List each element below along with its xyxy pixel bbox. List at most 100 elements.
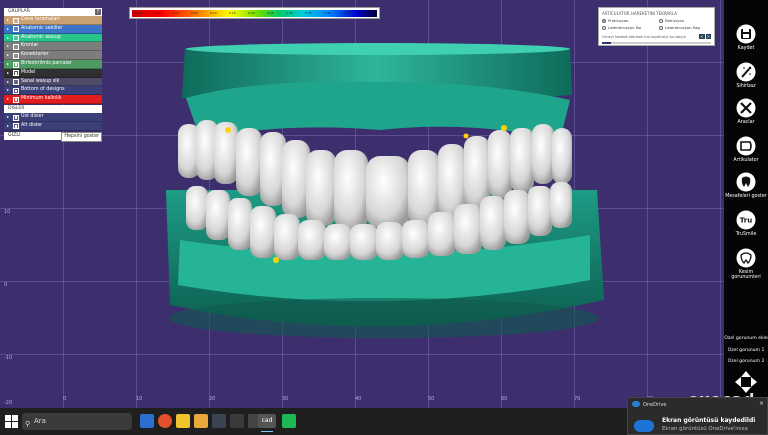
taskbar-search-input[interactable]: ⚲ Ara — [22, 413, 132, 430]
y-tick: 0 — [4, 282, 8, 288]
visibility-checkbox[interactable] — [13, 123, 19, 130]
group-label: Minimum kalinlik — [21, 96, 62, 102]
visibility-checkbox[interactable] — [13, 70, 19, 77]
scale-label: 0.00 — [172, 11, 179, 15]
visibility-checkbox[interactable] — [13, 35, 19, 42]
group-row[interactable]: ▸ Konektorler — [4, 51, 102, 60]
tooth-distance-icon — [736, 172, 756, 192]
group-row[interactable]: ▸ Cene taramalari — [4, 16, 102, 25]
mail-icon[interactable] — [176, 414, 190, 428]
notification-body: Ekran görüntüsü OneDrive'ınıza — [662, 426, 748, 432]
expand-arrow-icon[interactable]: ▸ — [7, 122, 9, 130]
scale-label: 0.35 — [305, 11, 312, 15]
store-icon[interactable] — [212, 414, 226, 428]
step-buttons: < > — [699, 34, 711, 39]
custom-view-2[interactable]: Ozel gorunum 2 — [724, 359, 768, 364]
expand-arrow-icon[interactable]: ▸ — [7, 42, 9, 50]
search-icon: ⚲ — [25, 420, 31, 428]
group-label: Model — [21, 69, 36, 75]
visibility-checkbox[interactable] — [13, 114, 19, 121]
expand-arrow-icon[interactable]: ▸ — [7, 60, 9, 68]
articulator-hint: Ceneyi hareket ettirmek icin kaydiriciyi… — [602, 35, 686, 39]
group-row[interactable]: ▸ Bottom of designs — [4, 86, 102, 96]
spotify-icon[interactable] — [282, 414, 296, 428]
expand-arrow-icon[interactable]: ▸ — [7, 34, 9, 42]
teeth-row[interactable]: ▸ Alt disler — [4, 121, 102, 131]
expand-arrow-icon[interactable]: ▸ — [7, 69, 9, 77]
radio-lateral-left[interactable]: Laterotruzyon Sol — [602, 25, 642, 30]
radio-label: Laterotruzyon Sol — [608, 25, 642, 30]
visibility-checkbox[interactable] — [13, 17, 19, 24]
visibility-checkbox[interactable] — [13, 52, 19, 59]
distances-tool[interactable]: Mesafeleri goster — [724, 172, 768, 199]
teeth-header[interactable]: DISLER — [4, 104, 102, 113]
x-tick: 10 — [136, 396, 143, 402]
visibility-checkbox[interactable] — [13, 61, 19, 68]
visibility-checkbox[interactable] — [13, 43, 19, 50]
wizard-tool[interactable]: Sihirbaz — [724, 62, 768, 89]
save-tool[interactable]: Kaydet — [724, 24, 768, 51]
windows-start-icon[interactable] — [4, 414, 19, 429]
group-row[interactable]: ▸ Model — [4, 68, 102, 78]
articulator-tool[interactable]: Artikulator — [724, 136, 768, 163]
groups-header[interactable]: GRUPLAR ? — [4, 8, 102, 16]
expand-arrow-icon[interactable]: ▸ — [7, 78, 9, 86]
expand-arrow-icon[interactable]: ▸ — [7, 95, 9, 103]
folder-icon[interactable] — [194, 414, 208, 428]
scale-label: 0.30 — [286, 11, 293, 15]
x-tick: 30 — [282, 396, 289, 402]
expand-arrow-icon[interactable]: ▸ — [7, 51, 9, 59]
file-explorer-icon[interactable] — [140, 414, 154, 428]
group-row[interactable]: ▸ Minimum kalinlik — [4, 95, 102, 104]
step-back-button[interactable]: < — [699, 34, 705, 39]
add-custom-view[interactable]: Ozel gorunum ekle — [724, 336, 768, 341]
visibility-checkbox[interactable] — [13, 96, 19, 103]
group-row[interactable]: ▸ Birlestirilmis parcalar — [4, 59, 102, 69]
radio-label: Protruzyon — [608, 18, 629, 23]
help-button[interactable]: ? — [95, 9, 101, 15]
y-tick: -10 — [4, 355, 13, 361]
group-row[interactable]: ▸ Anatomic wasup — [4, 33, 102, 43]
groups-panel: GRUPLAR ? ▸ Cene taramalari ▸ Anatomic seki… — [4, 8, 102, 142]
close-icon[interactable]: × — [759, 400, 764, 407]
trusmile-icon: Tru — [736, 210, 756, 230]
movement-slider[interactable] — [602, 42, 711, 44]
wrench-hammer-icon — [736, 98, 756, 118]
teeth-row[interactable]: ▸ Ust disler — [4, 112, 102, 122]
group-row[interactable]: ▸ Kronlar — [4, 42, 102, 52]
visibility-checkbox[interactable] — [13, 87, 19, 94]
group-row[interactable]: ▸ Sanal wasup slk — [4, 77, 102, 87]
group-row[interactable]: ▸ Anatomic sekiller — [4, 24, 102, 34]
visibility-checkbox[interactable] — [13, 79, 19, 86]
expand-arrow-icon[interactable]: ▸ — [7, 113, 9, 121]
group-label: Anatomic sekiller — [21, 25, 63, 31]
tools-tool[interactable]: Araclar — [724, 98, 768, 125]
y-tick: 10 — [4, 209, 11, 215]
radio-protrusion[interactable]: Protruzyon — [602, 18, 628, 23]
cad-app-icon[interactable]: cad — [258, 414, 276, 432]
expand-arrow-icon[interactable]: ▸ — [7, 86, 9, 94]
step-forward-button[interactable]: > — [705, 34, 711, 39]
visibility-checkbox[interactable] — [13, 26, 19, 33]
radio-retrusion[interactable]: Retruzyon — [659, 18, 684, 23]
cut-views-label: Kesim gorunumleri — [731, 270, 761, 280]
dental-model[interactable] — [0, 0, 724, 408]
edge-icon[interactable] — [158, 414, 172, 428]
radio-lateral-right[interactable]: Laterotruzyon Sag — [659, 25, 700, 30]
teeth-label: Ust disler — [21, 113, 44, 119]
x-tick: 50 — [428, 396, 435, 402]
trusmile-tool[interactable]: Tru TruSmile — [724, 210, 768, 237]
custom-view-1[interactable]: Ozel gorunum 1 — [724, 348, 768, 353]
groups-title: GRUPLAR — [8, 9, 30, 14]
articulator-icon — [736, 136, 756, 156]
save-label: Kaydet — [737, 46, 755, 51]
expand-arrow-icon[interactable]: ▸ — [7, 25, 9, 33]
3d-viewport[interactable]: 0 10 20 30 40 50 60 70 80 20 10 0 -10 -2… — [0, 0, 724, 408]
cut-views-tool[interactable]: Kesim gorunumleri — [724, 248, 768, 280]
show-all-button[interactable]: Hepsini goster — [61, 131, 102, 142]
steam-icon[interactable] — [230, 414, 244, 428]
expand-arrow-icon[interactable]: ▸ — [7, 16, 9, 24]
scale-label: -0.10 — [134, 11, 142, 15]
hidden-section[interactable]: GIZLI Hepsini goster — [4, 131, 102, 142]
onedrive-notification[interactable]: OneDrive × Ekran görüntüsü kaydedildi Ek… — [627, 397, 768, 435]
